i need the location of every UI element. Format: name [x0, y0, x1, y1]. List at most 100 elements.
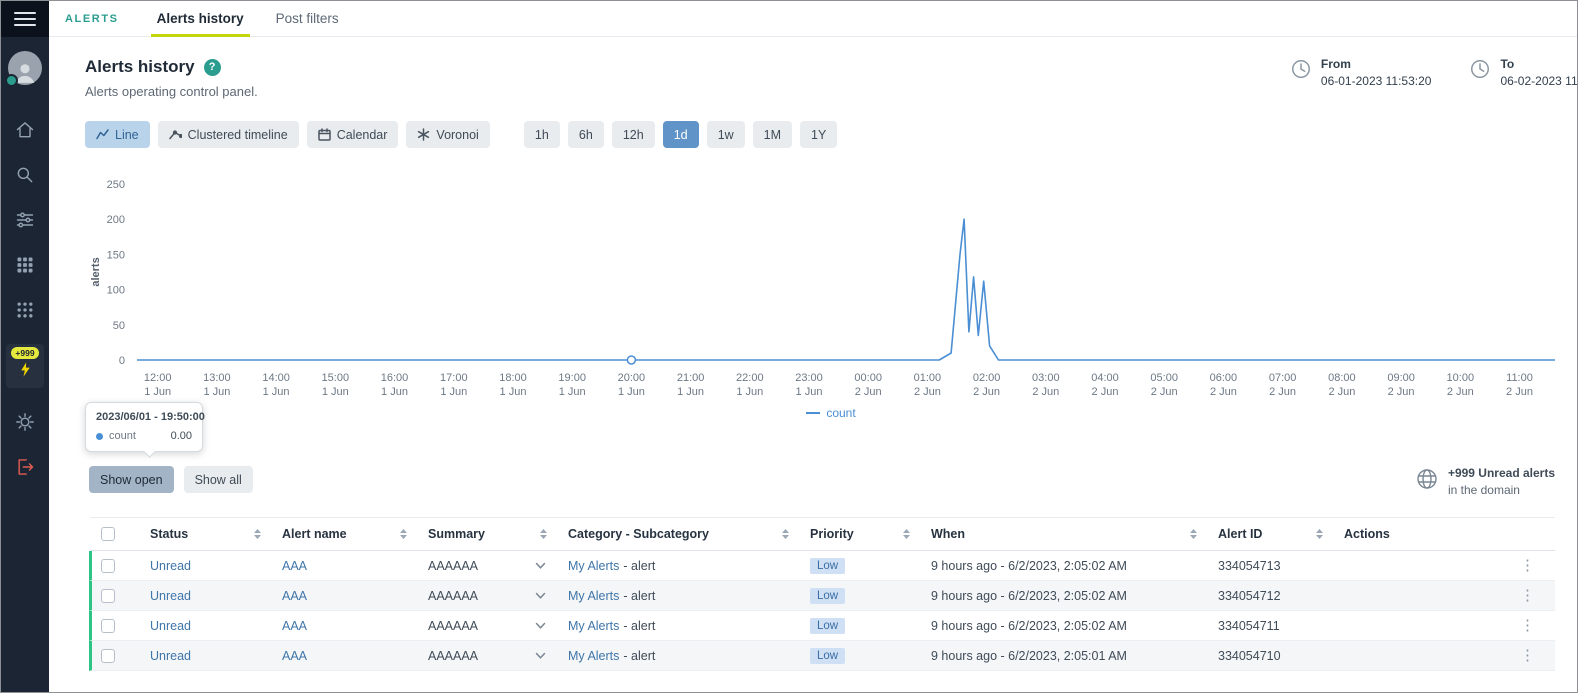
svg-text:07:00: 07:00	[1269, 372, 1297, 384]
svg-text:2 Jun: 2 Jun	[1506, 386, 1533, 398]
range-1Y-button[interactable]: 1Y	[800, 121, 837, 148]
filters-icon[interactable]	[14, 209, 36, 231]
view-voronoi-button[interactable]: Voronoi	[406, 121, 489, 148]
clock-icon	[1469, 58, 1491, 80]
chart-controls: Line Clustered timeline Calendar Voronoi…	[85, 121, 1577, 148]
svg-text:250: 250	[107, 179, 125, 191]
row-checkbox[interactable]	[101, 619, 115, 633]
chevron-down-icon[interactable]	[535, 622, 546, 630]
col-status[interactable]: Status	[144, 527, 276, 541]
col-alert-id[interactable]: Alert ID	[1212, 527, 1338, 541]
table-toolbar: Show open Show all +999 Unread alerts in…	[89, 466, 1555, 497]
row-alert-name[interactable]: AAA	[282, 619, 307, 633]
row-status[interactable]: Unread	[150, 649, 191, 663]
show-open-button[interactable]: Show open	[89, 466, 174, 493]
view-line-button[interactable]: Line	[85, 121, 150, 148]
settings-gear-icon[interactable]	[14, 411, 36, 433]
clustered-timeline-icon	[169, 128, 182, 141]
row-alert-name[interactable]: AAA	[282, 559, 307, 573]
legend-line-icon	[806, 412, 820, 414]
row-status[interactable]: Unread	[150, 559, 191, 573]
col-summary[interactable]: Summary	[422, 527, 562, 541]
row-status[interactable]: Unread	[150, 619, 191, 633]
svg-text:1 Jun: 1 Jun	[322, 386, 349, 398]
kebab-menu-icon[interactable]: ⋮	[1520, 648, 1535, 663]
sort-icon[interactable]	[399, 528, 408, 540]
chevron-down-icon[interactable]	[535, 562, 546, 570]
apps-grid-icon[interactable]	[14, 254, 36, 276]
tooltip-value: 0.00	[171, 430, 192, 442]
time-range: From 06-01-2023 11:53:20 To 06-02-2023 1…	[1290, 57, 1577, 88]
main-content: ALERTS Alerts history Post filters Alert…	[49, 1, 1577, 692]
col-alert-name[interactable]: Alert name	[276, 527, 422, 541]
chevron-down-icon[interactable]	[535, 652, 546, 660]
row-checkbox[interactable]	[101, 649, 115, 663]
row-category[interactable]: My Alerts	[568, 649, 619, 663]
time-to-value: 06-02-2023 11:53:20	[1500, 74, 1577, 88]
range-1w-button[interactable]: 1w	[707, 121, 745, 148]
sort-icon[interactable]	[1189, 528, 1198, 540]
row-category[interactable]: My Alerts	[568, 589, 619, 603]
view-clustered-timeline-button[interactable]: Clustered timeline	[158, 121, 299, 148]
col-when[interactable]: When	[925, 527, 1212, 541]
show-all-button[interactable]: Show all	[184, 466, 253, 493]
search-icon[interactable]	[14, 164, 36, 186]
home-icon[interactable]	[14, 119, 36, 141]
row-alert-name[interactable]: AAA	[282, 589, 307, 603]
svg-text:04:00: 04:00	[1091, 372, 1119, 384]
tab-post-filters[interactable]: Post filters	[260, 1, 355, 37]
svg-text:2 Jun: 2 Jun	[855, 386, 882, 398]
range-12h-button[interactable]: 12h	[612, 121, 655, 148]
range-1M-button[interactable]: 1M	[753, 121, 792, 148]
row-alert-id: 334054713	[1212, 559, 1338, 573]
row-alert-name[interactable]: AAA	[282, 649, 307, 663]
kebab-menu-icon[interactable]: ⋮	[1520, 588, 1535, 603]
svg-text:2 Jun: 2 Jun	[914, 386, 941, 398]
row-checkbox[interactable]	[101, 589, 115, 603]
tab-alerts-history[interactable]: Alerts history	[141, 1, 260, 37]
row-category[interactable]: My Alerts	[568, 559, 619, 573]
kebab-menu-icon[interactable]: ⋮	[1520, 558, 1535, 573]
unread-alerts-scope: in the domain	[1448, 483, 1555, 497]
col-category-subcategory[interactable]: Category - Subcategory	[562, 527, 804, 541]
svg-text:2 Jun: 2 Jun	[1151, 386, 1178, 398]
range-6h-button[interactable]: 6h	[568, 121, 604, 148]
row-status[interactable]: Unread	[150, 589, 191, 603]
line-chart[interactable]: 050100150200250alerts12:001 Jun13:001 Ju…	[85, 172, 1567, 402]
row-when: 9 hours ago - 6/2/2023, 2:05:02 AM	[925, 619, 1212, 633]
sort-icon[interactable]	[539, 528, 548, 540]
user-avatar[interactable]	[8, 51, 42, 85]
sort-icon[interactable]	[781, 528, 790, 540]
logout-icon[interactable]	[14, 456, 36, 478]
range-1h-button[interactable]: 1h	[524, 121, 560, 148]
time-to[interactable]: To 06-02-2023 11:53:20	[1469, 57, 1577, 88]
alerts-table-body: Unread AAA AAAAAA My Alerts - alert Low …	[89, 551, 1555, 671]
sidebar-alerts-shortcut[interactable]: +999	[6, 344, 43, 388]
priority-badge: Low	[810, 558, 845, 574]
help-icon[interactable]: ?	[204, 59, 221, 76]
sort-icon[interactable]	[253, 528, 262, 540]
modules-grid-icon[interactable]	[14, 299, 36, 321]
table-row: Unread AAA AAAAAA My Alerts - alert Low …	[89, 611, 1555, 641]
range-1d-button[interactable]: 1d	[663, 121, 699, 148]
priority-badge: Low	[810, 618, 845, 634]
sort-icon[interactable]	[902, 528, 911, 540]
col-priority[interactable]: Priority	[804, 527, 925, 541]
row-checkbox[interactable]	[101, 559, 115, 573]
svg-text:20:00: 20:00	[618, 372, 646, 384]
view-calendar-button[interactable]: Calendar	[307, 121, 399, 148]
select-all-checkbox[interactable]	[101, 527, 115, 541]
menu-icon[interactable]	[1, 1, 49, 37]
view-clustered-timeline-label: Clustered timeline	[188, 128, 288, 142]
kebab-menu-icon[interactable]: ⋮	[1520, 618, 1535, 633]
row-category[interactable]: My Alerts	[568, 619, 619, 633]
time-from[interactable]: From 06-01-2023 11:53:20	[1290, 57, 1432, 88]
time-to-label: To	[1500, 57, 1577, 71]
chart-legend: count	[85, 406, 1577, 420]
svg-text:21:00: 21:00	[677, 372, 705, 384]
topbar: ALERTS Alerts history Post filters	[49, 1, 1577, 37]
sort-icon[interactable]	[1315, 528, 1324, 540]
svg-text:1 Jun: 1 Jun	[381, 386, 408, 398]
row-subcategory: - alert	[623, 649, 655, 663]
chevron-down-icon[interactable]	[535, 592, 546, 600]
